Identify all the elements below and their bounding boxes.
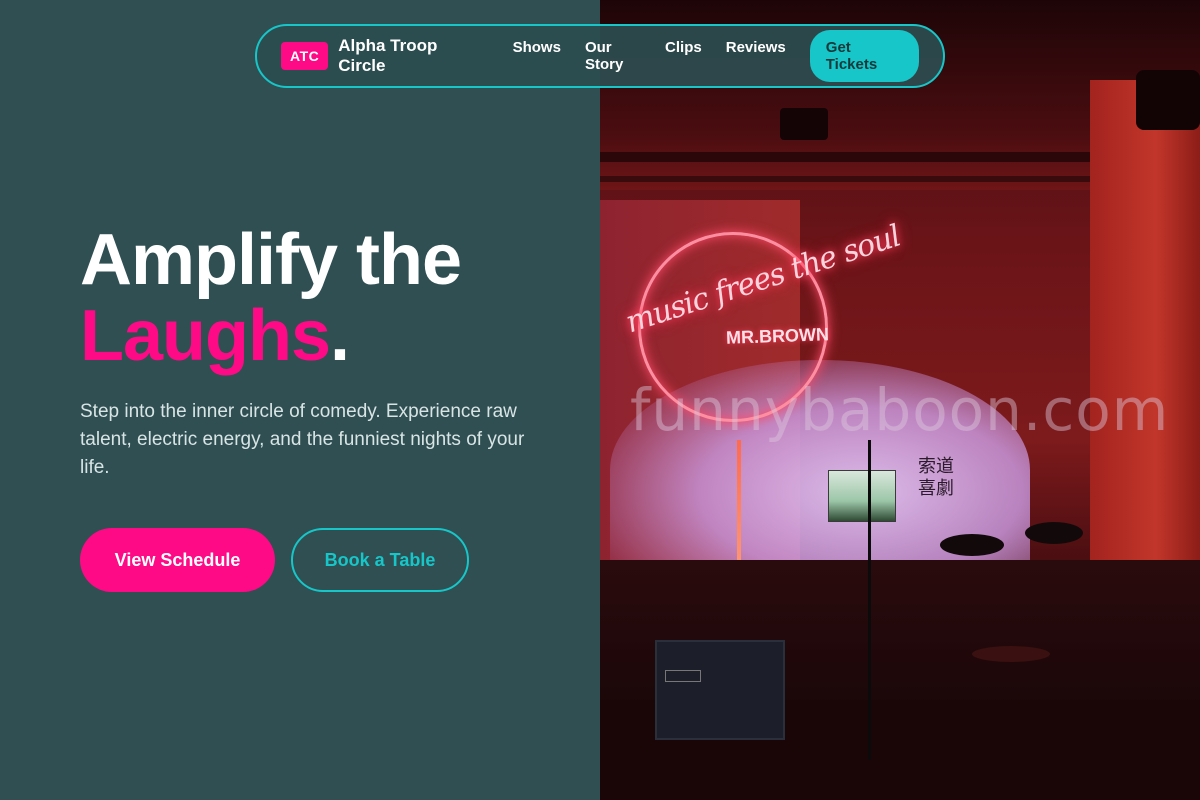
nav-link-reviews[interactable]: Reviews xyxy=(726,39,786,73)
nav-link-our-story[interactable]: Our Story xyxy=(585,39,641,73)
hanging-box xyxy=(828,470,896,522)
hero-title-period: . xyxy=(330,296,350,376)
nav-link-shows[interactable]: Shows xyxy=(513,39,561,73)
drum xyxy=(972,646,1050,662)
nav-link-clips[interactable]: Clips xyxy=(665,39,702,73)
brand-name: Alpha Troop Circle xyxy=(338,36,438,75)
hero-title-accent: Laughs xyxy=(80,296,331,376)
hero-image: music frees the soul MR.BROWN 索道喜劇 funny… xyxy=(600,0,1200,800)
stage-light xyxy=(780,108,828,140)
cymbal xyxy=(1025,522,1083,544)
brand-badge: ATC xyxy=(281,42,329,70)
get-tickets-button[interactable]: Get Tickets xyxy=(809,30,919,82)
hero-buttons: View Schedule Book a Table xyxy=(80,528,580,592)
book-table-button[interactable]: Book a Table xyxy=(291,528,469,592)
watermark: funnybaboon.com xyxy=(630,376,1170,444)
hero-subtitle: Step into the inner circle of comedy. Ex… xyxy=(80,401,525,478)
speaker xyxy=(1136,70,1200,130)
view-schedule-button[interactable]: View Schedule xyxy=(80,528,275,592)
neon-sub: MR.BROWN xyxy=(725,324,830,348)
top-nav: ATC Alpha Troop Circle Shows Our Story C… xyxy=(255,24,945,88)
hero-content: Amplify the Laughs. Step into the inner … xyxy=(80,222,580,592)
hero-title-line1: Amplify the xyxy=(80,220,462,300)
sign-cjk: 索道喜劇 xyxy=(918,456,954,499)
amplifier xyxy=(655,640,785,740)
nav-links: Shows Our Story Clips Reviews xyxy=(513,39,810,73)
cymbal xyxy=(940,534,1004,556)
mic-stand xyxy=(868,440,871,760)
hero-title: Amplify the Laughs. xyxy=(80,222,580,374)
brand[interactable]: ATC Alpha Troop Circle xyxy=(281,36,481,76)
side-wall xyxy=(1090,80,1200,640)
amp-logo xyxy=(665,670,701,682)
